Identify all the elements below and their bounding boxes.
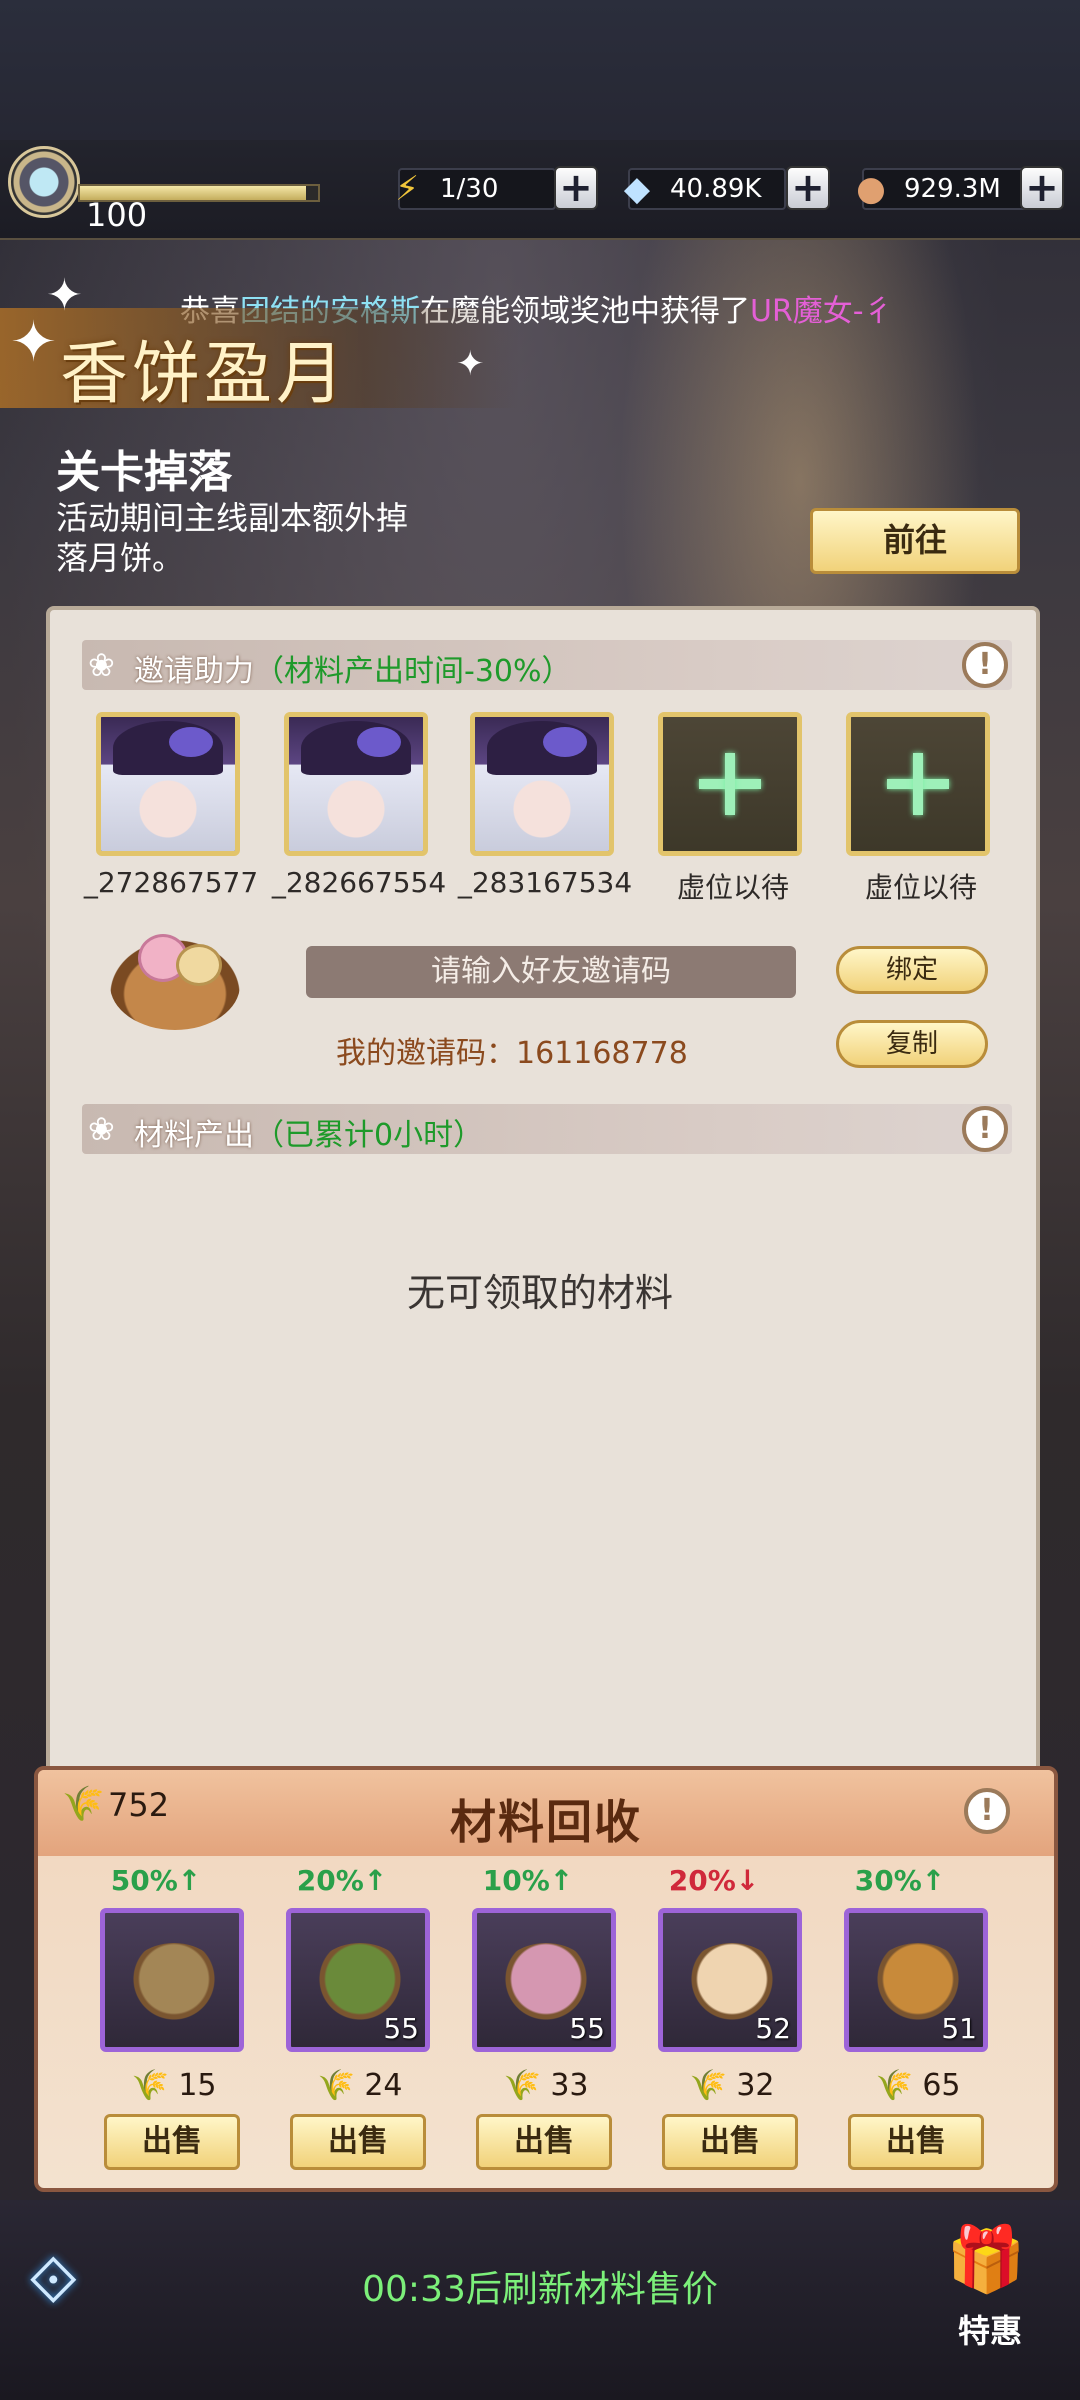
wheat-icon: 🌾 <box>317 2068 365 2103</box>
invite-label: 邀请助力 <box>134 654 254 689</box>
stage-drop-title: 关卡掉落 <box>56 447 232 498</box>
goto-button[interactable]: 前往 <box>810 508 1020 574</box>
sell-button[interactable]: 出售 <box>104 2114 240 2170</box>
friend-slot-4[interactable] <box>658 712 802 856</box>
material-output-section-label: 材料产出（已累计0小时） <box>134 1110 483 1154</box>
invite-section-header: ❀ 邀请助力（材料产出时间-30%） <box>82 640 1012 690</box>
friend-slot-3[interactable] <box>470 712 614 856</box>
price-change: 50%↑ <box>110 1864 202 1897</box>
friend-avatar <box>475 717 609 851</box>
item-quantity: 52 <box>755 2012 791 2045</box>
price-refresh-timer: 00:33后刷新材料售价 <box>362 2269 718 2310</box>
sell-price-value: 33 <box>550 2068 589 2103</box>
mooncake-icon <box>497 1943 595 2023</box>
friend-avatar <box>289 717 423 851</box>
recycle-title: 材料回收 <box>450 1795 642 1849</box>
invite-bonus-text: （材料产出时间-30%） <box>254 654 572 689</box>
flower-icon: ❀ <box>88 646 115 684</box>
sparkle-icon: ✦ <box>10 310 57 375</box>
price-change: 20%↑ <box>296 1864 388 1897</box>
friend-slot-name: _282667554 <box>271 866 447 899</box>
sell-button[interactable]: 出售 <box>662 2114 798 2170</box>
special-offer-label[interactable]: 特惠 <box>940 2306 1040 2352</box>
flower-icon: ❀ <box>88 1110 115 1148</box>
friend-slot-name: 虚位以待 <box>864 871 977 904</box>
invite-code-input[interactable]: 请输入好友邀请码 <box>306 946 796 998</box>
stamina-value: 1/30 <box>440 174 499 204</box>
sell-price: 🌾 65 <box>838 2068 998 2103</box>
friend-slot-2[interactable] <box>284 712 428 856</box>
no-material-text: 无可领取的材料 <box>406 1271 673 1315</box>
diamond-counter: ◆ 40.89K <box>624 168 786 210</box>
diamond-value: 40.89K <box>670 174 762 204</box>
sell-price-value: 15 <box>178 2068 217 2103</box>
price-change: 30%↑ <box>854 1864 946 1897</box>
gold-value: 929.3M <box>904 174 1001 204</box>
price-change: 20%↓ <box>668 1864 760 1897</box>
sell-price-value: 24 <box>364 2068 403 2103</box>
friend-slot-name: _272867577 <box>83 866 259 899</box>
friend-slot-name: _283167534 <box>457 866 633 899</box>
sell-price: 🌾 32 <box>652 2068 812 2103</box>
mooncake-icon <box>683 1943 781 2023</box>
marquee-reward: UR魔女-彳 <box>750 294 894 329</box>
player-level: 100 <box>86 196 148 234</box>
mooncake-item-5[interactable]: 51 <box>844 1908 988 2052</box>
mooncake-item-2[interactable]: 55 <box>286 1908 430 2052</box>
sell-button[interactable]: 出售 <box>848 2114 984 2170</box>
mooncake-item-1[interactable] <box>100 1908 244 2052</box>
item-quantity: 51 <box>941 2012 977 2045</box>
add-diamond-button[interactable]: + <box>786 166 830 210</box>
diamond-icon: ◆ <box>623 169 651 209</box>
material-output-label: 材料产出 <box>134 1118 254 1153</box>
mooncake-icon <box>311 1943 409 2023</box>
friend-slot-5[interactable] <box>846 712 990 856</box>
sell-button[interactable]: 出售 <box>476 2114 612 2170</box>
mooncake-plate-icon <box>110 934 240 1030</box>
friend-avatar <box>101 717 235 851</box>
wheat-icon: 🌾 <box>131 2068 179 2103</box>
my-invite-code: 我的邀请码：161168778 <box>336 1036 688 1071</box>
stamina-counter: ⚡ 1/30 <box>395 168 556 210</box>
sell-button[interactable]: 出售 <box>290 2114 426 2170</box>
coin-icon: ● <box>856 169 886 209</box>
recycle-info-icon[interactable]: ! <box>964 1788 1010 1834</box>
sell-price-value: 65 <box>922 2068 961 2103</box>
material-info-icon[interactable]: ! <box>962 1106 1008 1152</box>
friend-slot-name: 虚位以待 <box>676 871 789 904</box>
sell-price: 🌾 15 <box>94 2068 254 2103</box>
add-stamina-button[interactable]: + <box>554 166 598 210</box>
game-screen: { "hud": { "level": "100", "level_progre… <box>0 0 1080 2400</box>
invite-section-label: 邀请助力（材料产出时间-30%） <box>134 646 572 690</box>
item-quantity: 55 <box>383 2012 419 2045</box>
sell-price: 🌾 33 <box>466 2068 626 2103</box>
price-change: 10%↑ <box>482 1864 574 1897</box>
add-gold-button[interactable]: + <box>1020 166 1064 210</box>
sparkle-icon: ✦ <box>456 344 485 384</box>
mooncake-icon <box>869 1943 967 2023</box>
player-avatar[interactable] <box>8 146 80 218</box>
copy-button[interactable]: 复制 <box>836 1020 988 1068</box>
stage-drop-description: 活动期间主线副本额外掉落月饼。 <box>56 499 409 577</box>
mooncake-item-3[interactable]: 55 <box>472 1908 616 2052</box>
wheat-icon: 🌾 <box>689 2068 737 2103</box>
mooncake-icon <box>125 1943 223 2023</box>
material-output-hours: （已累计0小时） <box>254 1118 484 1153</box>
wheat-icon: 🌾 <box>875 2068 923 2103</box>
sell-price: 🌾 24 <box>280 2068 440 2103</box>
bind-button[interactable]: 绑定 <box>836 946 988 994</box>
lightning-icon: ⚡ <box>395 169 419 209</box>
sell-price-value: 32 <box>736 2068 775 2103</box>
invite-info-icon[interactable]: ! <box>962 642 1008 688</box>
material-output-header: ❀ 材料产出（已累计0小时） <box>82 1104 1012 1154</box>
gold-counter: ● 929.3M <box>856 168 1042 210</box>
item-quantity: 55 <box>569 2012 605 2045</box>
wheat-icon: 🌾 <box>503 2068 551 2103</box>
event-title: 香饼盈月 <box>60 335 349 414</box>
mooncake-item-4[interactable]: 52 <box>658 1908 802 2052</box>
friend-slot-1[interactable] <box>96 712 240 856</box>
status-bar-area <box>0 0 1080 140</box>
